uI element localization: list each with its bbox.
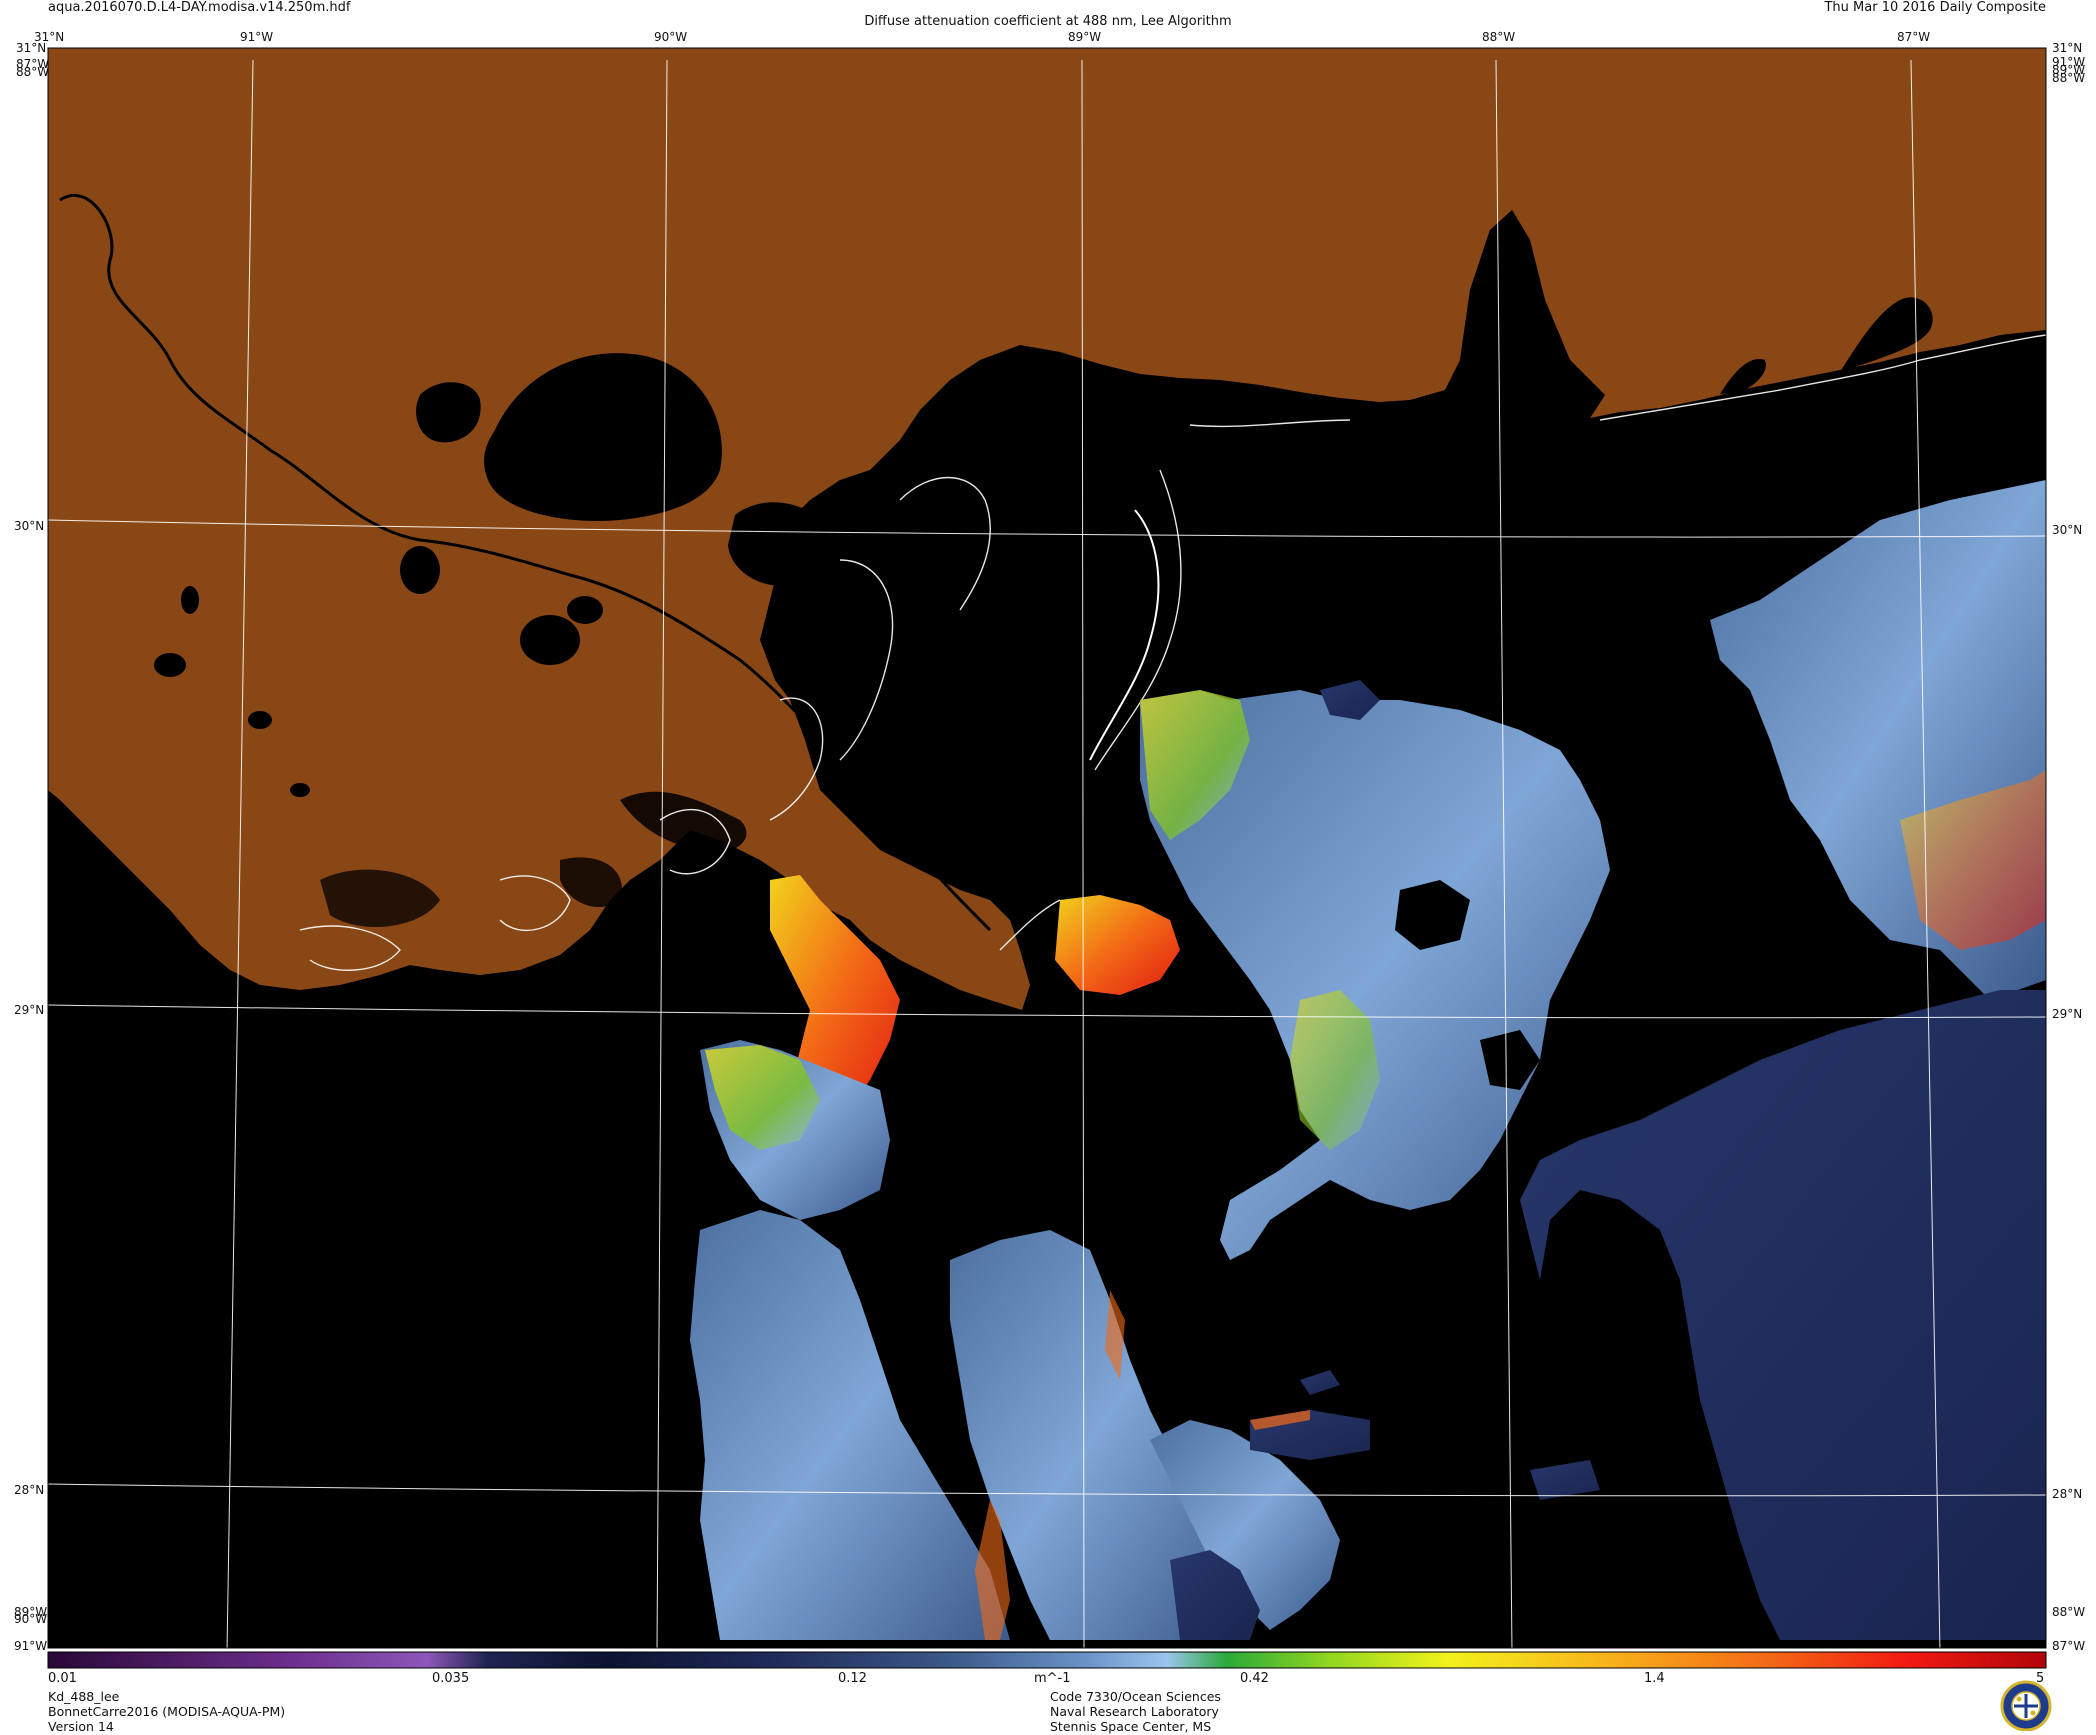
lat-label-29n-left: 29°N bbox=[14, 1003, 45, 1017]
dataset-name: BonnetCarre2016 (MODISA-AQUA-PM) bbox=[48, 1704, 286, 1719]
left-top-label-1: 31°N bbox=[16, 41, 47, 55]
corner-label-top-right: 31°N bbox=[2052, 41, 2083, 55]
lat-label-28n-left: 28°N bbox=[14, 1483, 45, 1497]
colorbar-tick-3: 0.42 bbox=[1240, 1671, 1269, 1686]
colorbar-unit: m^-1 bbox=[1034, 1671, 1071, 1686]
lat-label-30n-left: 30°N bbox=[14, 519, 45, 533]
bottom-right-label-1: 88°W bbox=[2052, 1605, 2086, 1619]
lat-label-30n-right: 30°N bbox=[2052, 523, 2083, 537]
colorbar-tick-5: 5 bbox=[2036, 1671, 2045, 1686]
colorbar-tick-2: 0.12 bbox=[838, 1671, 867, 1686]
left-top-label-3: 88°W bbox=[16, 65, 50, 79]
colorbar-tick-4: 1.4 bbox=[1644, 1671, 1665, 1686]
lon-label-87w-top: 87°W bbox=[1897, 30, 1931, 44]
lon-label-89w-top: 89°W bbox=[1068, 30, 1102, 44]
product-name: Kd_488_lee bbox=[48, 1689, 120, 1704]
org-name: Naval Research Laboratory bbox=[1050, 1704, 1219, 1719]
colorbar-tick-0: 0.01 bbox=[48, 1671, 77, 1686]
lon-label-88w-top: 88°W bbox=[1482, 30, 1516, 44]
lon-label-91w-top: 91°W bbox=[240, 30, 274, 44]
lon-label-90w-top: 90°W bbox=[654, 30, 688, 44]
lat-label-28n-right: 28°N bbox=[2052, 1487, 2083, 1501]
colorbar-tick-1: 0.035 bbox=[432, 1671, 470, 1686]
nrl-seal-logo bbox=[2000, 1680, 2052, 1731]
map-canvas bbox=[47, 47, 2052, 1731]
bottom-left-label-2: 90°W bbox=[14, 1612, 48, 1626]
lat-label-29n-right: 29°N bbox=[2052, 1007, 2083, 1021]
version-label: Version 14 bbox=[48, 1719, 114, 1734]
bottom-left-label-3: 91°W bbox=[14, 1639, 48, 1653]
org-location: Stennis Space Center, MS bbox=[1050, 1719, 1212, 1734]
org-code: Code 7330/Ocean Sciences bbox=[1050, 1689, 1221, 1704]
right-top-label-3: 88°W bbox=[2052, 71, 2086, 85]
bottom-right-label-2: 87°W bbox=[2052, 1639, 2086, 1653]
